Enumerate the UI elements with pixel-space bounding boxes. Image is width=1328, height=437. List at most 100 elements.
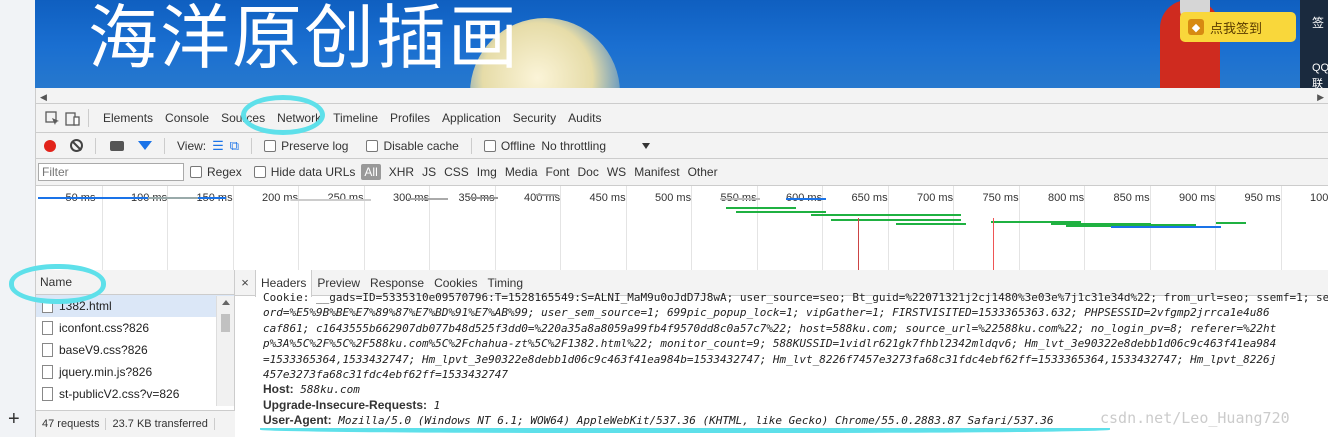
waterfall-bar: [726, 207, 796, 209]
disable-cache-checkbox[interactable]: Disable cache: [366, 139, 459, 153]
toolbar-separator: [251, 137, 253, 154]
inspect-element-icon[interactable]: [42, 108, 62, 128]
timeline-tick-label: 950 ms: [1244, 192, 1281, 204]
timeline-tick: [1215, 186, 1216, 272]
timeline-tick-label: 650 ms: [851, 192, 888, 204]
devtools-tab-bar: Elements Console Sources Network Timelin…: [36, 104, 1328, 133]
type-filter-other[interactable]: Other: [684, 163, 722, 181]
timeline-tick-label: 1000: [1310, 192, 1328, 204]
page-left-gutter: [0, 104, 35, 437]
waterfall-bar: [291, 199, 371, 201]
timeline-tick-label: 450 ms: [589, 192, 626, 204]
waterfall-bar: [408, 198, 448, 200]
banner-left-strip: [0, 0, 35, 104]
clear-icon[interactable]: [70, 139, 83, 152]
large-rows-icon[interactable]: ☰: [212, 138, 224, 154]
request-row[interactable]: iconfont.css?826: [36, 317, 234, 339]
name-column-header[interactable]: Name: [36, 270, 234, 295]
toolbar-separator: [95, 137, 96, 154]
view-label: View:: [177, 138, 207, 153]
tab-audits[interactable]: Audits: [562, 104, 607, 133]
waterfall-bar: [896, 223, 966, 225]
signin-label: 点我签到: [1210, 20, 1263, 36]
file-icon: [42, 387, 53, 401]
waterfall-bar: [831, 219, 961, 221]
timeline-tick-label: 800 ms: [1048, 192, 1085, 204]
scroll-up-icon[interactable]: [222, 300, 230, 305]
load-event-marker: [858, 218, 859, 272]
scroll-left-icon[interactable]: ◀: [40, 92, 47, 103]
throttling-select[interactable]: No throttling: [541, 139, 606, 153]
tab-elements[interactable]: Elements: [97, 104, 159, 133]
banner-side-text: 签: [1312, 16, 1325, 30]
device-toolbar-icon[interactable]: [62, 108, 82, 128]
close-icon[interactable]: ×: [235, 275, 255, 290]
type-filter-font[interactable]: Font: [542, 163, 574, 181]
plus-icon[interactable]: +: [8, 408, 20, 431]
tab-console[interactable]: Console: [159, 104, 215, 133]
request-row[interactable]: jquery.min.js?826: [36, 361, 234, 383]
file-icon: [42, 299, 53, 313]
host-header: Host: 588ku.com: [263, 382, 360, 397]
tab-separator: [88, 109, 89, 127]
type-filter-img[interactable]: Img: [473, 163, 501, 181]
status-bar: 47 requests 23.7 KB transferred: [36, 410, 235, 437]
timeline-tick: [953, 186, 954, 272]
type-filter-xhr[interactable]: XHR: [385, 163, 418, 181]
request-row[interactable]: baseV9.css?826: [36, 339, 234, 361]
tab-network[interactable]: Network: [271, 104, 327, 133]
type-filter-doc[interactable]: Doc: [574, 163, 603, 181]
waterfall-bar: [468, 197, 498, 199]
waterfall-bar: [1216, 222, 1246, 224]
scroll-right-icon[interactable]: ▶: [1317, 92, 1324, 103]
type-filter-media[interactable]: Media: [501, 163, 542, 181]
offline-checkbox[interactable]: Offline: [483, 139, 535, 153]
load-event-marker: [993, 218, 994, 272]
chevron-down-icon[interactable]: [642, 142, 651, 149]
record-icon[interactable]: [44, 139, 56, 152]
timeline-tick-label: 250 ms: [327, 192, 364, 204]
timeline-overview[interactable]: 50 ms100 ms150 ms200 ms250 ms300 ms350 m…: [36, 186, 1328, 272]
waterfall-bar: [1126, 224, 1196, 226]
file-icon: [42, 365, 53, 379]
request-list: Name 1382.html iconfont.css?826 baseV9.c…: [36, 270, 235, 437]
regex-checkbox[interactable]: Regex: [190, 165, 242, 179]
waterfall-bar: [720, 198, 760, 200]
cookie-header-line: ord=%E5%9B%BE%E7%89%87%E7%BD%91%E7%AB%99…: [263, 306, 1270, 320]
tab-application[interactable]: Application: [436, 104, 507, 133]
waterfall-bar: [1111, 226, 1221, 228]
scrollbar-thumb[interactable]: [221, 314, 230, 332]
watermark: csdn.net/Leo_Huang720: [1100, 409, 1290, 427]
gift-icon: ◆: [1188, 19, 1204, 35]
hide-data-urls-checkbox[interactable]: Hide data URLs: [253, 165, 355, 179]
signin-button[interactable]: ◆ 点我签到: [1180, 12, 1296, 42]
request-row[interactable]: 1382.html: [36, 295, 234, 317]
request-count: 47 requests: [36, 418, 107, 430]
timeline-tick-label: 700 ms: [917, 192, 954, 204]
tab-timeline[interactable]: Timeline: [327, 104, 384, 133]
overview-icon[interactable]: ⧉: [230, 138, 239, 154]
network-toolbar: View: ☰ ⧉ Preserve log Disable cache Off…: [36, 133, 1328, 159]
type-filter-manifest[interactable]: Manifest: [630, 163, 683, 181]
request-list-scrollbar[interactable]: [216, 296, 234, 406]
devtools-panel: ◀ ▶ Elements Console Sources Network Tim…: [35, 88, 1328, 437]
type-filter-all[interactable]: All: [361, 164, 381, 180]
filter-icon[interactable]: [138, 141, 152, 150]
timeline-tick-label: 850 ms: [1113, 192, 1150, 204]
screenshot-icon[interactable]: [110, 140, 124, 151]
type-filter-ws[interactable]: WS: [603, 163, 630, 181]
toolbar-separator: [164, 137, 165, 154]
filter-input[interactable]: [38, 163, 184, 181]
toolbar-separator: [470, 137, 472, 154]
request-row[interactable]: st-publicV2.css?v=826: [36, 383, 234, 405]
devtools-resize-bar[interactable]: ◀ ▶: [36, 88, 1328, 104]
preserve-log-checkbox[interactable]: Preserve log: [264, 139, 348, 153]
tab-profiles[interactable]: Profiles: [384, 104, 436, 133]
type-filter-css[interactable]: CSS: [440, 163, 473, 181]
tab-sources[interactable]: Sources: [215, 104, 271, 133]
tab-security[interactable]: Security: [507, 104, 562, 133]
waterfall-bar: [148, 197, 198, 199]
filter-bar: Regex Hide data URLs All XHR JS CSS Img …: [36, 159, 1328, 186]
waterfall-bar: [811, 214, 961, 216]
type-filter-js[interactable]: JS: [418, 163, 440, 181]
